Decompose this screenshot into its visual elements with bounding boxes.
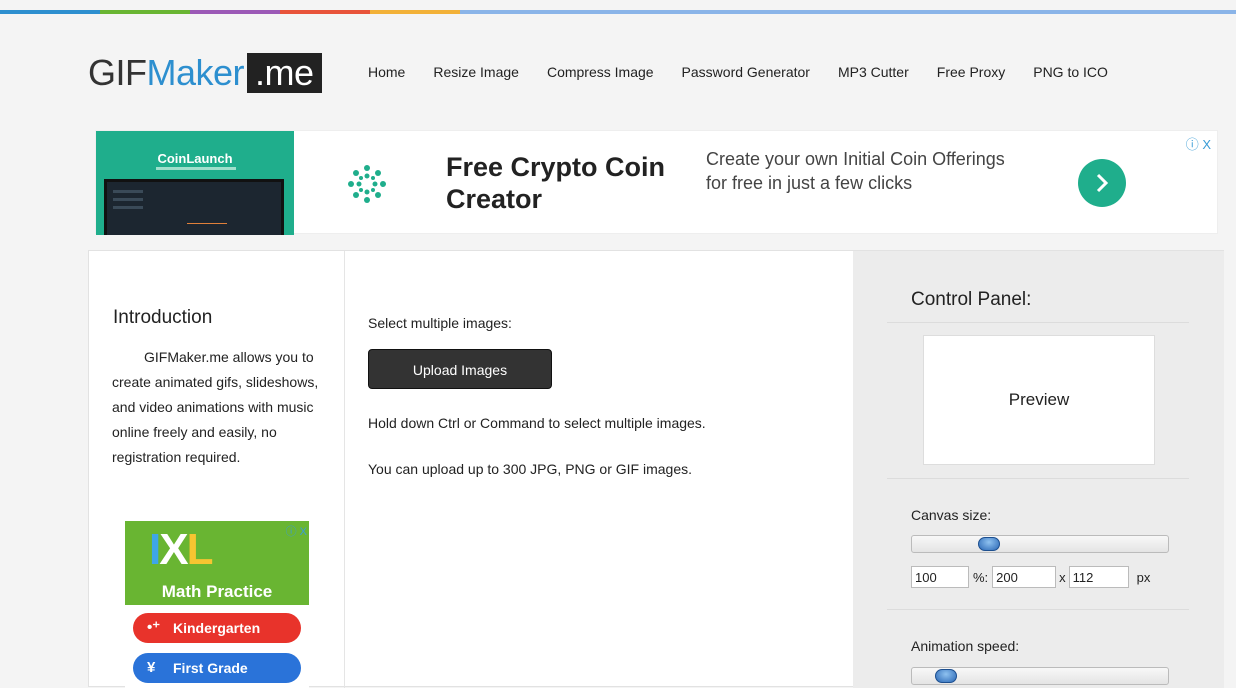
color-strip-segment — [0, 10, 100, 14]
nav-home[interactable]: Home — [368, 64, 405, 80]
ad-thumbnail[interactable]: CoinLaunch — [96, 131, 294, 235]
chevron-right-icon — [1096, 173, 1109, 193]
divider — [887, 322, 1189, 323]
ad-go-button[interactable] — [1078, 159, 1126, 207]
dots-icon: •⁺ — [147, 619, 161, 636]
color-strip-segment — [370, 10, 460, 14]
nav-png-to-ico[interactable]: PNG to ICO — [1033, 64, 1108, 80]
ad-banner[interactable]: CoinLaunch Free Crypto Coin Creator Crea… — [95, 130, 1218, 235]
animation-speed-slider-handle[interactable] — [935, 669, 957, 683]
width-input[interactable] — [992, 566, 1057, 588]
canvas-size-slider-handle[interactable] — [978, 537, 1000, 551]
color-strip-segment — [190, 10, 280, 14]
control-panel-title: Control Panel: — [911, 289, 1032, 310]
unit-label: px — [1136, 569, 1151, 585]
logo-text-maker: Maker — [146, 52, 245, 93]
nav-free-proxy[interactable]: Free Proxy — [937, 64, 1005, 80]
color-strip — [0, 10, 1236, 14]
multi-select-hint: Hold down Ctrl or Command to select mult… — [368, 415, 706, 431]
main-content: Introduction GIFMaker.me allows you to c… — [88, 250, 1224, 688]
side-ad-kindergarten-label: Kindergarten — [173, 620, 261, 636]
divider — [887, 478, 1189, 479]
upload-limit-hint: You can upload up to 300 JPG, PNG or GIF… — [368, 461, 692, 477]
intro-text: GIFMaker.me allows you to create animate… — [112, 349, 319, 465]
canvas-size-inputs: %: x px — [911, 566, 1150, 588]
ad-description: Create your own Initial Coin Offerings f… — [706, 149, 1005, 193]
canvas-size-slider[interactable] — [911, 535, 1169, 553]
main-nav: Home Resize Image Compress Image Passwor… — [368, 64, 1136, 80]
upload-images-button[interactable]: Upload Images — [368, 349, 552, 389]
side-ad-subtitle: Math Practice — [125, 579, 309, 605]
nav-mp3-cutter[interactable]: MP3 Cutter — [838, 64, 909, 80]
control-panel: Control Panel: Preview Canvas size: %: x… — [853, 251, 1224, 688]
percent-separator: %: — [973, 569, 989, 585]
canvas-size-label: Canvas size: — [911, 507, 992, 523]
intro-heading: Introduction — [113, 307, 213, 328]
nav-resize-image[interactable]: Resize Image — [433, 64, 519, 80]
preview-box: Preview — [923, 335, 1155, 465]
nav-password-generator[interactable]: Password Generator — [682, 64, 810, 80]
ixl-logo-area: IXL — [125, 521, 309, 579]
side-ad-kindergarten[interactable]: •⁺ Kindergarten — [133, 613, 301, 643]
ad-brand: CoinLaunch — [157, 151, 233, 166]
ixl-logo: IXL — [149, 525, 213, 574]
percent-input[interactable] — [911, 566, 969, 588]
side-ad-choices-icon[interactable]: ⓘ X — [286, 523, 307, 539]
height-input[interactable] — [1068, 566, 1129, 588]
logo-text-gif: GIF — [88, 52, 147, 93]
site-logo[interactable]: GIF Maker .me — [88, 52, 322, 94]
coin-logo-icon — [348, 165, 386, 203]
side-ad[interactable]: IXL ⓘ X Math Practice •⁺ Kindergarten ¥ Fi… — [125, 521, 309, 688]
intro-column: Introduction GIFMaker.me allows you to c… — [89, 251, 345, 688]
side-ad-first-grade[interactable]: ¥ First Grade — [133, 653, 301, 683]
logo-text-me: .me — [247, 53, 322, 93]
color-strip-segment — [280, 10, 370, 14]
select-images-label: Select multiple images: — [368, 315, 512, 331]
color-strip-segment — [460, 10, 1236, 14]
nav-compress-image[interactable]: Compress Image — [547, 64, 654, 80]
animation-speed-label: Animation speed: — [911, 638, 1020, 654]
upload-column: Select multiple images: Upload Images Ho… — [346, 251, 853, 688]
ad-brand-underline — [156, 167, 236, 170]
dimension-separator: x — [1059, 569, 1066, 585]
animation-speed-slider[interactable] — [911, 667, 1169, 685]
divider — [887, 609, 1189, 610]
side-ad-first-grade-label: First Grade — [173, 660, 248, 676]
color-strip-segment — [100, 10, 190, 14]
ad-monitor-image — [104, 179, 284, 235]
ad-title[interactable]: Free Crypto Coin Creator — [446, 151, 686, 215]
preview-label: Preview — [1008, 390, 1070, 409]
ad-choices-icon[interactable]: ⓘ X — [1186, 134, 1211, 153]
rabbit-icon: ¥ — [147, 659, 156, 676]
header: GIF Maker .me Home Resize Image Compress I… — [88, 48, 1228, 98]
